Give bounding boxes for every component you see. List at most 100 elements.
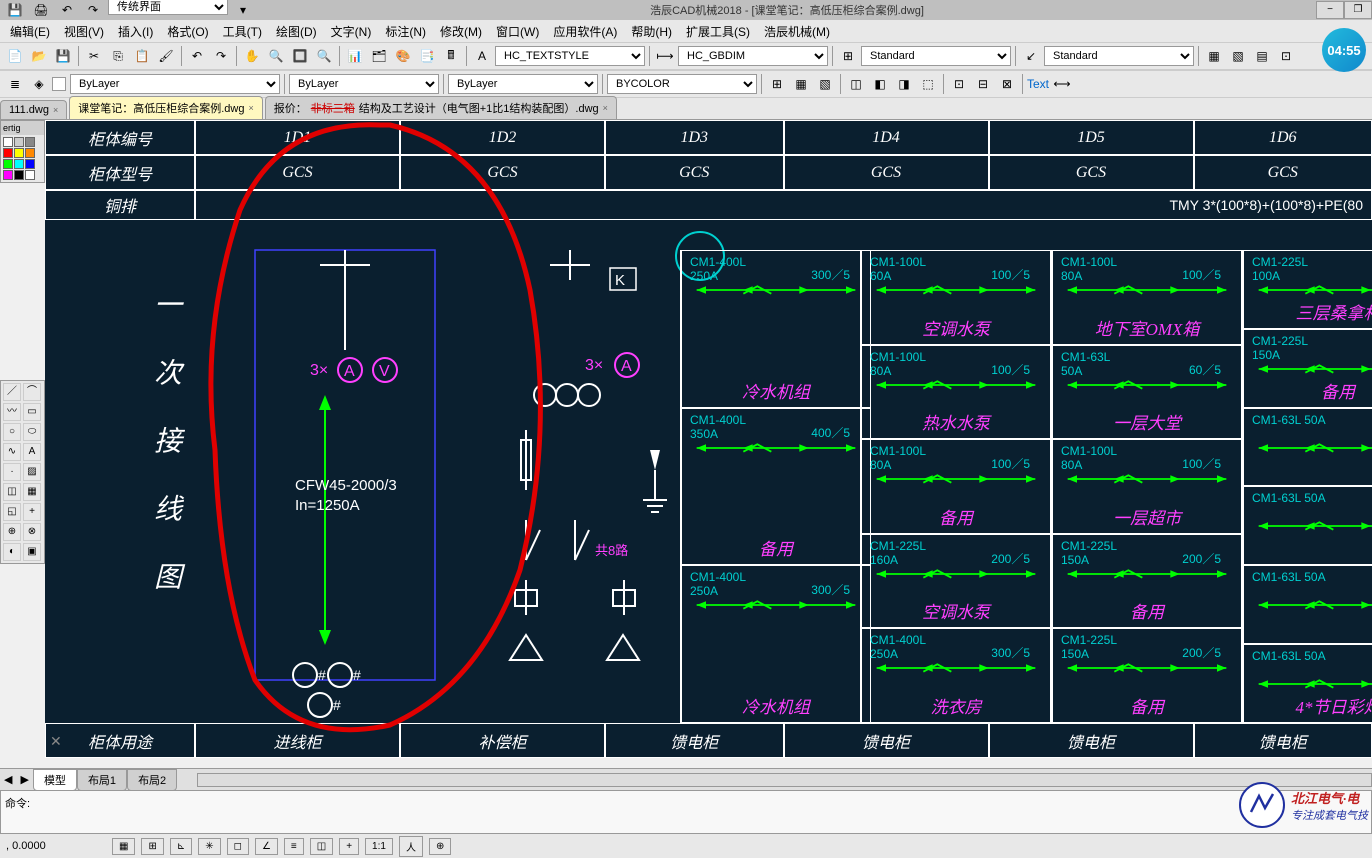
menu-window[interactable]: 窗口(W) bbox=[490, 21, 545, 42]
menu-mech[interactable]: 浩辰机械(M) bbox=[758, 21, 836, 42]
text-tool-icon[interactable]: Text bbox=[1027, 73, 1049, 95]
color-red[interactable] bbox=[3, 148, 13, 158]
cut-icon[interactable]: ✂ bbox=[83, 45, 105, 67]
block-tool-icon[interactable]: ◫ bbox=[3, 483, 21, 501]
dc-icon[interactable]: 🗂 bbox=[368, 45, 390, 67]
text-tool-icon[interactable]: A bbox=[23, 443, 41, 461]
hatch-tool-icon[interactable]: ▨ bbox=[23, 463, 41, 481]
open-icon[interactable]: 📂 bbox=[28, 45, 50, 67]
ext2-icon[interactable]: ▧ bbox=[1227, 45, 1249, 67]
polar-toggle[interactable]: ✳ bbox=[198, 838, 220, 855]
menu-help[interactable]: 帮助(H) bbox=[625, 21, 678, 42]
restore-button[interactable]: ❐ bbox=[1344, 1, 1372, 19]
tp-icon[interactable]: 🎨 bbox=[392, 45, 414, 67]
redo-icon[interactable]: ↷ bbox=[82, 0, 104, 21]
menu-insert[interactable]: 插入(I) bbox=[112, 21, 159, 42]
misc4-icon[interactable]: ▣ bbox=[23, 543, 41, 561]
tablestyle-icon[interactable]: ⊞ bbox=[837, 45, 859, 67]
g9-icon[interactable]: ⊟ bbox=[972, 73, 994, 95]
menu-ext[interactable]: 扩展工具(S) bbox=[680, 21, 756, 42]
tab-next-icon[interactable]: ▶ bbox=[16, 773, 32, 786]
menu-edit[interactable]: 编辑(E) bbox=[4, 21, 56, 42]
linetype-combo[interactable]: ByLayer bbox=[289, 74, 439, 94]
model-toggle[interactable]: ◫ bbox=[310, 838, 333, 855]
menu-tools[interactable]: 工具(T) bbox=[217, 21, 268, 42]
misc1-icon[interactable]: ⊕ bbox=[3, 523, 21, 541]
spline-tool-icon[interactable]: ∿ bbox=[3, 443, 21, 461]
doc-tab-3[interactable]: 报价：非标三箱结构及工艺设计（电气图+1比1结构装配图）.dwg× bbox=[265, 96, 617, 119]
color-blue[interactable] bbox=[25, 159, 35, 169]
props-icon[interactable]: 📊 bbox=[344, 45, 366, 67]
menu-app[interactable]: 应用软件(A) bbox=[547, 21, 623, 42]
lwt-toggle[interactable]: ≡ bbox=[284, 838, 304, 855]
point-tool-icon[interactable]: · bbox=[3, 463, 21, 481]
copy-icon[interactable]: ⎘ bbox=[107, 45, 129, 67]
color-magenta[interactable] bbox=[3, 170, 13, 180]
otrack-toggle[interactable]: ∠ bbox=[255, 838, 278, 855]
ext1-icon[interactable]: ▦ bbox=[1203, 45, 1225, 67]
add-tool-icon[interactable]: + bbox=[23, 503, 41, 521]
zoom-win-icon[interactable]: 🔲 bbox=[289, 45, 311, 67]
ext4-icon[interactable]: ⊡ bbox=[1275, 45, 1297, 67]
menu-view[interactable]: 视图(V) bbox=[58, 21, 110, 42]
g4-icon[interactable]: ◫ bbox=[845, 73, 867, 95]
undo-icon[interactable]: ↶ bbox=[56, 0, 78, 21]
g2-icon[interactable]: ▦ bbox=[790, 73, 812, 95]
ui-mode-select[interactable]: 传统界面 bbox=[108, 0, 228, 15]
lineweight-combo[interactable]: ByLayer bbox=[448, 74, 598, 94]
g3-icon[interactable]: ▧ bbox=[814, 73, 836, 95]
ortho-toggle[interactable]: ⊾ bbox=[170, 838, 192, 855]
save-icon[interactable]: 💾 bbox=[4, 0, 26, 21]
color-swatch[interactable] bbox=[52, 77, 66, 91]
layer-color-combo[interactable]: ByLayer bbox=[70, 74, 280, 94]
misc3-icon[interactable]: ◐ bbox=[3, 543, 21, 561]
color-cyan[interactable] bbox=[14, 159, 24, 169]
grid-toggle[interactable]: ⊞ bbox=[141, 838, 163, 855]
model-tab[interactable]: 模型 bbox=[33, 769, 77, 791]
g5-icon[interactable]: ◧ bbox=[869, 73, 891, 95]
rect-tool-icon[interactable]: ▭ bbox=[23, 403, 41, 421]
textstyle-icon[interactable]: A bbox=[471, 45, 493, 67]
pan-icon[interactable]: ✋ bbox=[241, 45, 263, 67]
close-icon[interactable]: ✕ bbox=[50, 733, 62, 750]
print-icon[interactable]: 🖨 bbox=[30, 0, 52, 21]
mleader-icon[interactable]: ↙ bbox=[1020, 45, 1042, 67]
undo-icon[interactable]: ↶ bbox=[186, 45, 208, 67]
layer-state-icon[interactable]: ◈ bbox=[28, 73, 50, 95]
doc-tab-2[interactable]: 课堂笔记：高低压柜综合案例.dwg× bbox=[69, 96, 263, 119]
menu-draw[interactable]: 绘图(D) bbox=[270, 21, 323, 42]
line-tool-icon[interactable]: ／ bbox=[3, 383, 21, 401]
dropdown-icon[interactable]: ▾ bbox=[232, 0, 254, 21]
zoom-rt-icon[interactable]: 🔍 bbox=[265, 45, 287, 67]
color-white[interactable] bbox=[3, 137, 13, 147]
match-icon[interactable]: 🖌 bbox=[155, 45, 177, 67]
g1-icon[interactable]: ⊞ bbox=[766, 73, 788, 95]
zoom-prev-icon[interactable]: 🔍 bbox=[313, 45, 335, 67]
g8-icon[interactable]: ⊡ bbox=[948, 73, 970, 95]
ext3-icon[interactable]: ▤ bbox=[1251, 45, 1273, 67]
dim-tool-icon[interactable]: ⟷ bbox=[1051, 73, 1073, 95]
menu-modify[interactable]: 修改(M) bbox=[434, 21, 488, 42]
horizontal-scrollbar[interactable] bbox=[197, 773, 1372, 787]
region-tool-icon[interactable]: ◱ bbox=[3, 503, 21, 521]
ssm-icon[interactable]: 📑 bbox=[416, 45, 438, 67]
color-orange[interactable] bbox=[25, 148, 35, 158]
menu-text[interactable]: 文字(N) bbox=[325, 21, 378, 42]
ellipse-tool-icon[interactable]: ⬭ bbox=[23, 423, 41, 441]
paste-icon[interactable]: 📋 bbox=[131, 45, 153, 67]
drawing-canvas[interactable]: 柜体编号 1D1 1D2 1D3 1D4 1D5 1D6 柜体型号 GCS GC… bbox=[45, 120, 1372, 758]
scale-display[interactable]: 1:1 bbox=[365, 838, 393, 855]
circle-tool-icon[interactable]: ○ bbox=[3, 423, 21, 441]
layer-icon[interactable]: ≣ bbox=[4, 73, 26, 95]
osnap-toggle[interactable]: ◻ bbox=[227, 838, 249, 855]
save-icon[interactable]: 💾 bbox=[52, 45, 74, 67]
misc-toggle2[interactable]: ⊕ bbox=[429, 838, 451, 855]
arc-tool-icon[interactable]: ⌒ bbox=[23, 383, 41, 401]
color-gray[interactable] bbox=[14, 137, 24, 147]
color-green[interactable] bbox=[3, 159, 13, 169]
misc2-icon[interactable]: ⊗ bbox=[23, 523, 41, 541]
dimstyle-combo[interactable]: HC_GBDIM bbox=[678, 46, 828, 66]
layout2-tab[interactable]: 布局2 bbox=[127, 769, 177, 791]
plotstyle-combo[interactable]: BYCOLOR bbox=[607, 74, 757, 94]
color-dgray[interactable] bbox=[25, 137, 35, 147]
